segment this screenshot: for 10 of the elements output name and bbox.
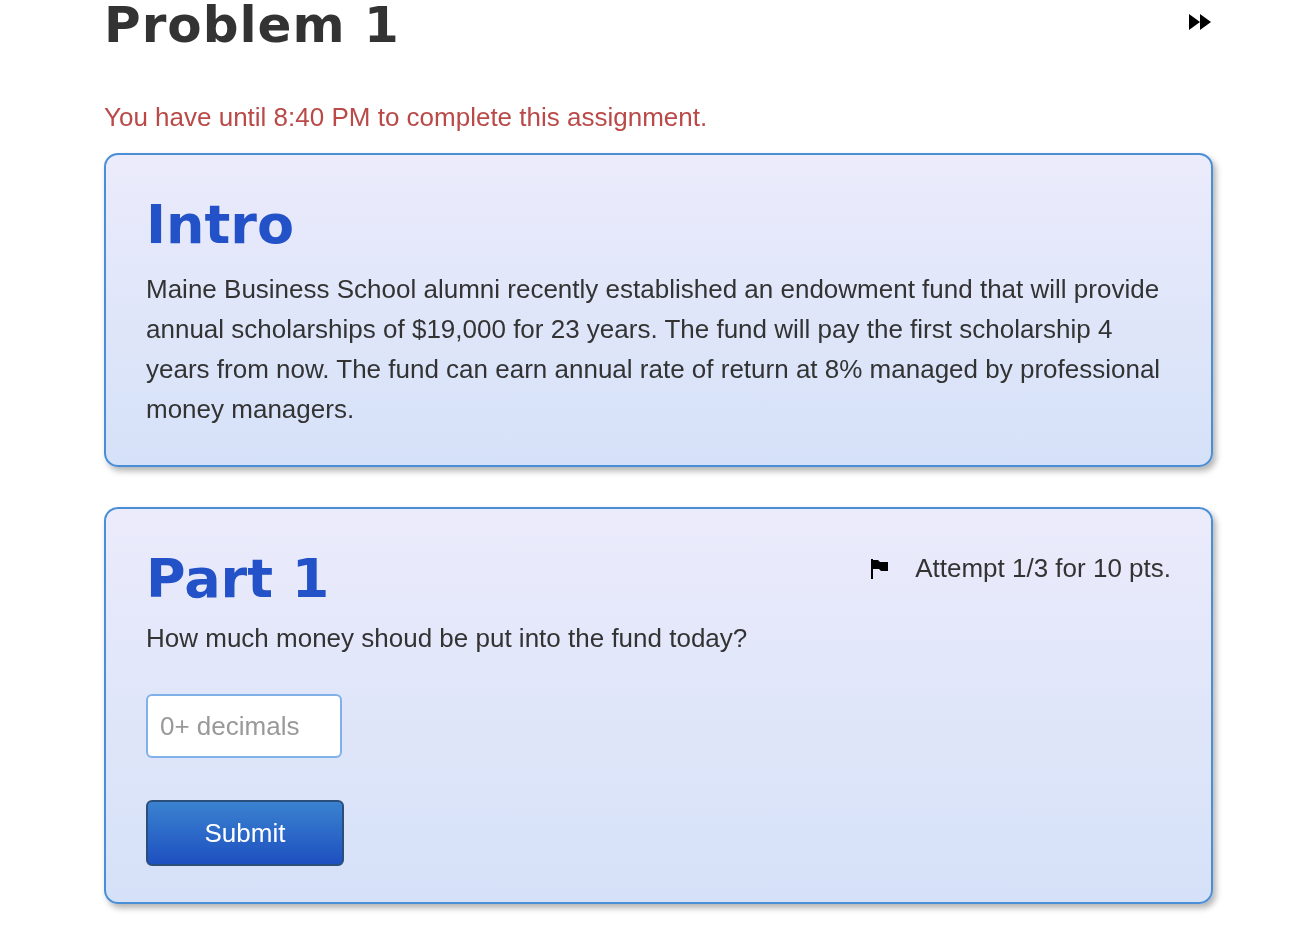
submit-button[interactable]: Submit xyxy=(146,800,344,866)
fast-forward-icon[interactable] xyxy=(1189,14,1211,30)
intro-text: Maine Business School alumni recently established an endowment fund that will provide annual scholarships of $19,000 for 23 years. The fund will pay the first scholarship 4 years from now. The fund can earn annual rate of return at 8% managed by professional money managers. xyxy=(146,273,1162,426)
page-title: Problem 1 xyxy=(104,0,400,50)
deadline-notice: You have until 8:40 PM to complete this assignment. xyxy=(104,102,709,133)
section-heading: Intro xyxy=(146,195,296,255)
question-text: How much money shoud be put into the fund today? xyxy=(146,623,749,654)
part-heading: Part 1 xyxy=(146,549,330,609)
attempt-info: Attempt 1/3 for 10 pts. xyxy=(915,553,1171,584)
answer-field[interactable]: 0+ decimals xyxy=(146,694,342,758)
